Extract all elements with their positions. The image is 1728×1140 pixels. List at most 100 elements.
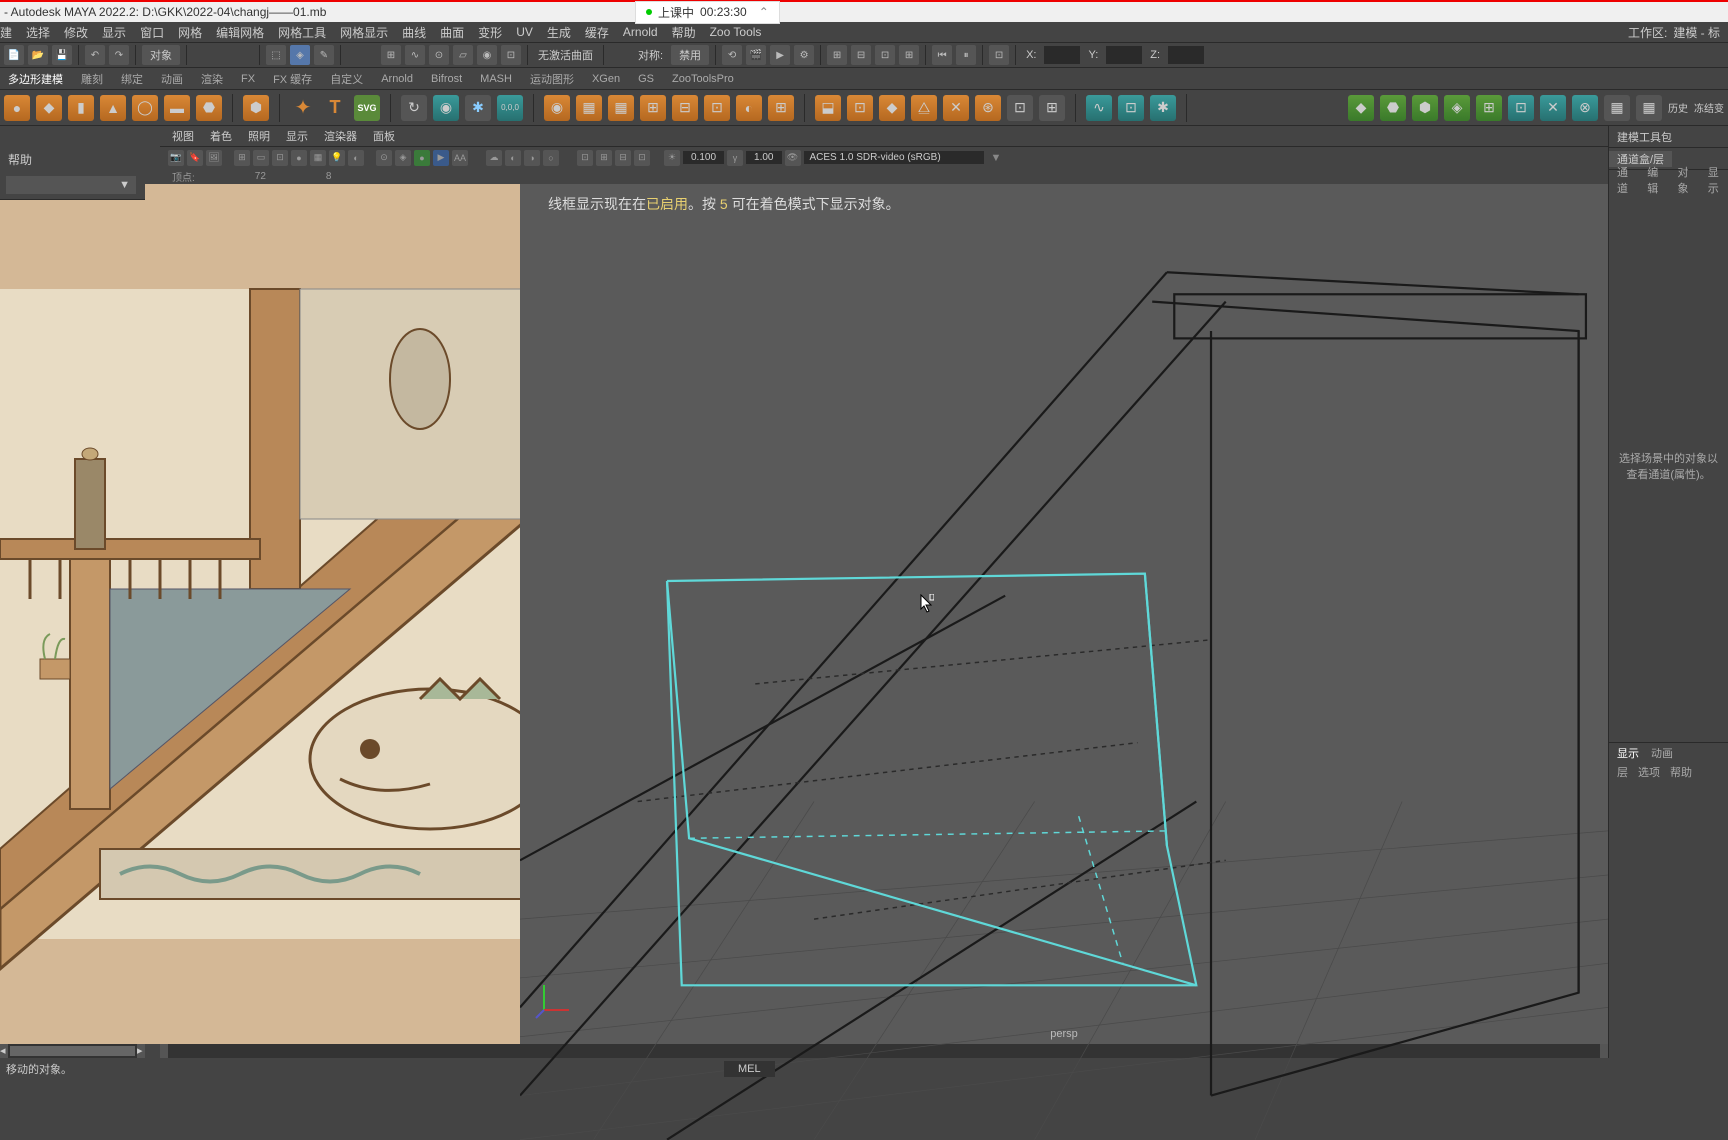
vp-light2-icon[interactable]: ◑ [524,150,540,166]
vp-xray-icon[interactable]: ◈ [395,150,411,166]
tab-modeling-toolkit[interactable]: 建模工具包 [1609,129,1680,145]
combine-icon[interactable]: ◉ [544,95,570,121]
snap-curve-icon[interactable]: ∿ [405,45,425,65]
custom7-icon[interactable]: ✕ [1540,95,1566,121]
open-scene-icon[interactable]: 📂 [28,45,48,65]
separate-icon[interactable]: ▦ [576,95,602,121]
connect-icon[interactable]: ⊞ [1039,95,1065,121]
svg-tool-icon[interactable]: SVG [354,95,380,121]
multicut-icon[interactable]: ✕ [943,95,969,121]
platonic-icon[interactable]: ⬢ [243,95,269,121]
vp-isolate-icon[interactable]: ⊙ [376,150,392,166]
custom8-icon[interactable]: ⊗ [1572,95,1598,121]
shelf-tab-render[interactable]: 渲染 [201,71,223,87]
shelf-tab-bifrost[interactable]: Bifrost [431,73,462,85]
workspace-selector[interactable]: 工作区: 建模 - 标 [1628,24,1720,41]
poly-cone-icon[interactable]: ▲ [100,95,126,121]
layer-sub-options[interactable]: 选项 [1638,764,1660,780]
menu-modify[interactable]: 修改 [64,24,88,41]
shelf-tab-sculpt[interactable]: 雕刻 [81,71,103,87]
sweep-icon[interactable]: ↻ [401,95,427,121]
retopo-icon[interactable]: ⊞ [768,95,794,121]
vp-menu-shading[interactable]: 着色 [210,128,232,144]
vp-gamma-icon[interactable]: γ [727,150,743,166]
boolean-intersect-icon[interactable]: ⊡ [704,95,730,121]
menu-edit-mesh[interactable]: 编辑网格 [216,24,264,41]
vp-view-transform-icon[interactable]: 👁 [785,150,801,166]
save-scene-icon[interactable]: 💾 [52,45,72,65]
vp-ao-icon[interactable]: ● [414,150,430,166]
shelf-tab-arnold[interactable]: Arnold [381,73,413,85]
mirror-icon[interactable]: ⧋ [911,95,937,121]
shelf-tab-anim[interactable]: 动画 [161,71,183,87]
vp-menu-lighting[interactable]: 照明 [248,128,270,144]
dropdown-arrow-icon[interactable]: ▼ [6,176,136,194]
menu-generate[interactable]: 生成 [547,24,571,41]
shelf-tab-zoo[interactable]: ZooToolsPro [672,73,734,85]
custom6-icon[interactable]: ⊡ [1508,95,1534,121]
menu-mesh-tools[interactable]: 网格工具 [278,24,326,41]
vp-wire-icon[interactable]: ⊡ [272,150,288,166]
scroll-left-icon[interactable]: ◂ [0,1044,8,1058]
vp-aa-icon[interactable]: AA [452,150,468,166]
construction-history-icon[interactable]: ⟲ [722,45,742,65]
vp-menu-view[interactable]: 视图 [172,128,194,144]
z-field[interactable] [1168,46,1204,64]
vp-lights-icon[interactable]: 💡 [329,150,345,166]
soft-select-icon[interactable]: ◉ [433,95,459,121]
poly-plane-icon[interactable]: ▬ [164,95,190,121]
vp-grid-icon[interactable]: ⊞ [234,150,250,166]
menu-window[interactable]: 窗口 [140,24,164,41]
custom2-icon[interactable]: ⬣ [1380,95,1406,121]
bevel-icon[interactable]: ◆ [879,95,905,121]
chevron-up-icon[interactable]: ⌃ [759,5,769,19]
class-session-indicator[interactable]: 上课中 00:23:30 ⌃ [635,1,780,24]
vp-gate-icon[interactable]: ▭ [253,150,269,166]
coords-icon[interactable]: 0,0,0 [497,95,523,121]
snap-plane-icon[interactable]: ▱ [453,45,473,65]
menu-deform[interactable]: 变形 [478,24,502,41]
vp-shadows-icon[interactable]: ◐ [348,150,364,166]
menu-help[interactable]: 帮助 [672,24,696,41]
playback-step-icon[interactable]: ⏮ [932,45,952,65]
shelf-tab-rigging[interactable]: 绑定 [121,71,143,87]
smooth-icon[interactable]: ◐ [736,95,762,121]
playback-pause-icon[interactable]: ⏸ [956,45,976,65]
poly-cylinder-icon[interactable]: ▮ [68,95,94,121]
poly-sphere-icon[interactable]: ● [4,95,30,121]
layer-tab-anim[interactable]: 动画 [1651,745,1673,761]
shelf-tab-fx[interactable]: FX [241,73,255,85]
render-settings-icon[interactable]: ⚙ [794,45,814,65]
undo-icon[interactable]: ↶ [85,45,105,65]
vp-shaded-icon[interactable]: ● [291,150,307,166]
menu-arnold[interactable]: Arnold [623,25,658,39]
vp-menu-panels[interactable]: 面板 [373,128,395,144]
custom10-icon[interactable]: ▦ [1636,95,1662,121]
scroll-thumb[interactable] [10,1046,135,1056]
new-scene-icon[interactable]: 📄 [4,45,24,65]
layer-sub-help[interactable]: 帮助 [1670,764,1692,780]
menu-display[interactable]: 显示 [102,24,126,41]
paint-select-icon[interactable]: ✎ [314,45,334,65]
select-tool-icon[interactable]: ⬚ [266,45,286,65]
viewport-panels[interactable]: 线框显示现在在已启用。按 5 可在着色模式下显示对象。 [160,184,1608,1044]
perspective-viewport[interactable]: 线框显示现在在已启用。按 5 可在着色模式下显示对象。 [520,184,1608,1044]
vp-motion-icon[interactable]: ▶ [433,150,449,166]
panel-layout4-icon[interactable]: ⊞ [899,45,919,65]
mel-label[interactable]: MEL [724,1061,775,1077]
shelf-tab-fxcache[interactable]: FX 缓存 [273,71,312,87]
uv-planar-icon[interactable]: ∿ [1086,95,1112,121]
panel-layout2-icon[interactable]: ⊟ [851,45,871,65]
layer-sub-layers[interactable]: 层 [1617,764,1628,780]
menu-surfaces[interactable]: 曲面 [440,24,464,41]
vp-menu-renderer[interactable]: 渲染器 [324,128,357,144]
shelf-tab-xgen[interactable]: XGen [592,73,620,85]
uv-editor-icon[interactable]: ✱ [1150,95,1176,121]
menu-mesh[interactable]: 网格 [178,24,202,41]
vp-fog-icon[interactable]: ☁ [486,150,502,166]
uv-auto-icon[interactable]: ⊡ [1118,95,1144,121]
vp-bookmark-icon[interactable]: 🔖 [187,150,203,166]
vp-light3-icon[interactable]: ○ [543,150,559,166]
menu-select[interactable]: 选择 [26,24,50,41]
vp-light1-icon[interactable]: ◐ [505,150,521,166]
